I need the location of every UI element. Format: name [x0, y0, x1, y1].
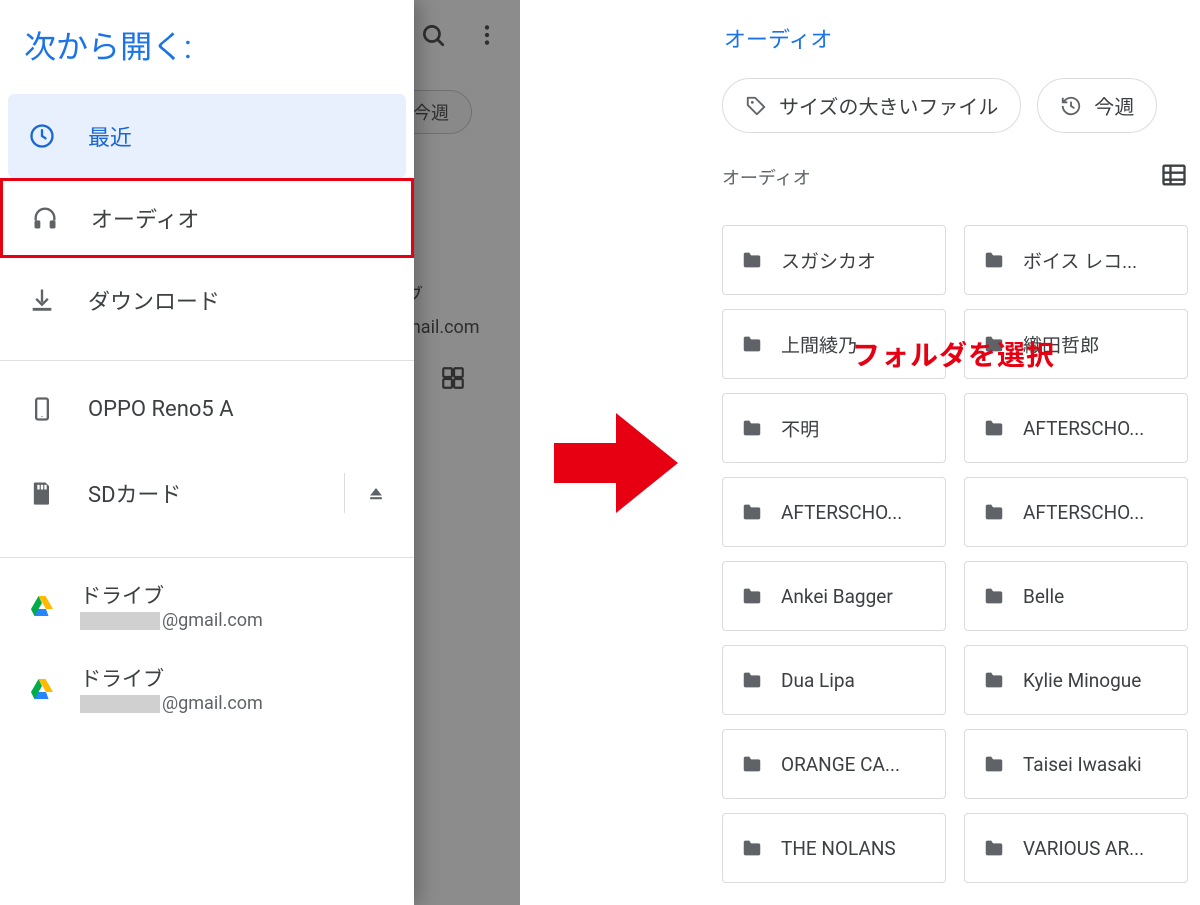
folder-card[interactable]: ORANGE CA...	[722, 729, 946, 799]
sdcard-icon	[28, 479, 56, 507]
folder-card[interactable]: スガシカオ	[722, 225, 946, 295]
folder-name: 上間綾乃	[781, 331, 857, 358]
tag-icon	[745, 95, 767, 117]
folder-icon	[739, 249, 765, 271]
folder-icon	[981, 669, 1007, 691]
folder-name: AFTERSCHO...	[781, 501, 902, 524]
drawer-item-device[interactable]: OPPO Reno5 A	[0, 367, 414, 451]
open-from-drawer: 次から開く: 最近 オーディオ ダウンロード OPPO Reno5 A SDカー…	[0, 0, 414, 905]
folder-card[interactable]: Taisei Iwasaki	[964, 729, 1188, 799]
folder-name: AFTERSCHO...	[1023, 417, 1144, 440]
eject-icon	[366, 479, 386, 507]
divider	[0, 557, 414, 558]
folder-grid: スガシカオ ボイス レコ... 上間綾乃 織田哲郎 不明 AFTERSCHO..…	[722, 201, 1188, 883]
folder-card[interactable]: Kylie Minogue	[964, 645, 1188, 715]
folder-icon	[739, 333, 765, 355]
drawer-item-audio[interactable]: オーディオ	[0, 178, 414, 258]
drawer-item-label: 最近	[88, 120, 132, 152]
right-screenshot: オーディオ サイズの大きいファイル 今週 オーディオ フォルダを選択 スガシカオ…	[710, 0, 1200, 905]
callout-annotation: フォルダを選択	[852, 334, 1055, 374]
filter-chips: サイズの大きいファイル 今週	[722, 78, 1188, 159]
folder-name: スガシカオ	[781, 247, 876, 274]
folder-name: THE NOLANS	[781, 837, 896, 860]
folder-name: Dua Lipa	[781, 669, 855, 692]
folder-icon	[981, 501, 1007, 523]
folder-name: Taisei Iwasaki	[1023, 753, 1142, 776]
divider	[0, 360, 414, 361]
drawer-item-recent[interactable]: 最近	[8, 94, 406, 178]
drawer-item-downloads[interactable]: ダウンロード	[0, 258, 414, 342]
drawer-title: 次から開く:	[0, 0, 414, 94]
folder-icon	[981, 249, 1007, 271]
folder-name: VARIOUS AR...	[1023, 837, 1144, 860]
drawer-account[interactable]: ドライブ @gmail.com	[0, 564, 414, 647]
account-email: @gmail.com	[80, 693, 263, 714]
section-label: オーディオ	[722, 164, 811, 190]
eject-button[interactable]	[366, 479, 386, 507]
folder-icon	[981, 417, 1007, 439]
chip-large-files[interactable]: サイズの大きいファイル	[722, 78, 1021, 133]
redacted	[80, 612, 160, 630]
headphones-icon	[31, 204, 59, 232]
folder-name: 不明	[781, 415, 819, 442]
drawer-item-sdcard[interactable]: SDカード	[0, 451, 414, 535]
folder-name: ORANGE CA...	[781, 753, 900, 776]
drawer-item-label: OPPO Reno5 A	[88, 397, 234, 422]
folder-icon	[739, 585, 765, 607]
phone-icon	[28, 395, 56, 423]
folder-icon	[739, 417, 765, 439]
folder-card[interactable]: AFTERSCHO...	[964, 393, 1188, 463]
view-toggle-button[interactable]	[1160, 161, 1188, 193]
account-label: ドライブ	[80, 580, 263, 610]
folder-card[interactable]: THE NOLANS	[722, 813, 946, 883]
folder-icon	[981, 585, 1007, 607]
folder-icon	[739, 501, 765, 523]
drawer-item-label: SDカード	[88, 477, 182, 509]
folder-card[interactable]: Ankei Bagger	[722, 561, 946, 631]
folder-card[interactable]: Belle	[964, 561, 1188, 631]
breadcrumb[interactable]: オーディオ	[722, 0, 1188, 78]
red-arrow-annotation	[554, 413, 678, 513]
folder-icon	[739, 753, 765, 775]
account-email: @gmail.com	[80, 610, 263, 631]
account-label: ドライブ	[80, 663, 263, 693]
drawer-item-label: オーディオ	[91, 202, 199, 234]
folder-name: Ankei Bagger	[781, 585, 893, 608]
history-icon	[1060, 95, 1082, 117]
drive-icon	[28, 594, 56, 618]
folder-name: AFTERSCHO...	[1023, 501, 1144, 524]
left-screenshot: 今週 ブ mail.com 次から開く: 最近 オーディオ ダウンロード OPP…	[0, 0, 520, 905]
folder-name: Kylie Minogue	[1023, 669, 1141, 692]
chip-label: サイズの大きいファイル	[779, 91, 998, 120]
folder-card[interactable]: AFTERSCHO...	[722, 477, 946, 547]
folder-icon	[981, 753, 1007, 775]
folder-card[interactable]: ボイス レコ...	[964, 225, 1188, 295]
drawer-account[interactable]: ドライブ @gmail.com	[0, 647, 414, 730]
folder-card[interactable]: AFTERSCHO...	[964, 477, 1188, 547]
chip-label: 今週	[1094, 91, 1134, 120]
download-icon	[28, 286, 56, 314]
folder-icon	[739, 669, 765, 691]
chip-this-week[interactable]: 今週	[1037, 78, 1157, 133]
folder-card[interactable]: VARIOUS AR...	[964, 813, 1188, 883]
section-header: オーディオ フォルダを選択	[722, 159, 1188, 201]
folder-card[interactable]: Dua Lipa	[722, 645, 946, 715]
clock-icon	[28, 122, 56, 150]
folder-icon	[739, 837, 765, 859]
list-view-icon	[1160, 161, 1188, 189]
folder-name: ボイス レコ...	[1023, 247, 1137, 274]
folder-name: Belle	[1023, 585, 1064, 608]
drive-icon	[28, 677, 56, 701]
drawer-item-label: ダウンロード	[88, 284, 220, 316]
redacted	[80, 695, 160, 713]
folder-icon	[981, 837, 1007, 859]
folder-card[interactable]: 不明	[722, 393, 946, 463]
